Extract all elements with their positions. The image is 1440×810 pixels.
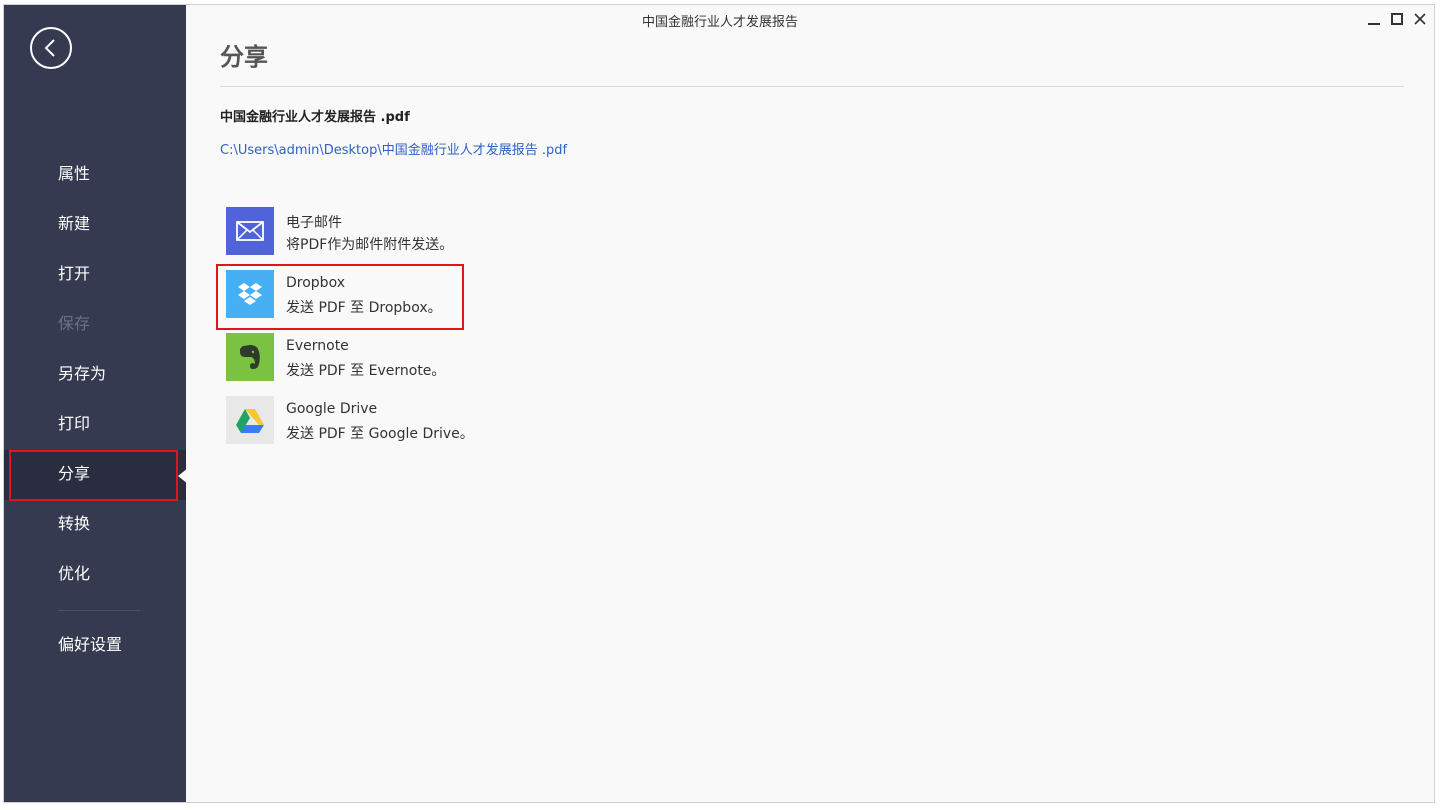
- evernote-icon: [226, 333, 274, 381]
- sidebar-item-save-as[interactable]: 另存为: [4, 350, 186, 400]
- sidebar-item-properties[interactable]: 属性: [4, 150, 186, 200]
- sidebar-item-label: 偏好设置: [58, 637, 123, 654]
- share-option-name: Evernote: [286, 338, 349, 354]
- sidebar-item-label: 打印: [58, 416, 91, 433]
- file-name: 中国金融行业人才发展报告 .pdf: [220, 110, 410, 125]
- sidebar-item-optimize[interactable]: 优化: [4, 550, 186, 600]
- title-divider: [220, 86, 1404, 87]
- sidebar-item-save: 保存: [4, 300, 186, 350]
- dropbox-icon: [226, 270, 274, 318]
- sidebar: 属性 新建 打开 保存 另存为 打印 分享 转换 优化 偏好设置: [4, 5, 188, 802]
- sidebar-item-print[interactable]: 打印: [4, 400, 186, 450]
- selection-highlight: [9, 450, 178, 501]
- sidebar-item-open[interactable]: 打开: [4, 250, 186, 300]
- file-path-link[interactable]: C:\Users\admin\Desktop\中国金融行业人才发展报告 .pdf: [220, 139, 567, 158]
- sidebar-item-label: 保存: [58, 316, 91, 333]
- page-title: 分享: [220, 43, 268, 71]
- sidebar-item-preferences[interactable]: 偏好设置: [4, 621, 186, 671]
- sidebar-item-label: 新建: [58, 216, 91, 233]
- sidebar-item-label: 属性: [58, 166, 91, 183]
- sidebar-item-label: 另存为: [58, 366, 107, 383]
- main-panel: 分享 中国金融行业人才发展报告 .pdf C:\Users\admin\Desk…: [186, 5, 1434, 802]
- sidebar-nav: 属性 新建 打开 保存 另存为 打印 分享 转换 优化 偏好设置: [4, 150, 188, 671]
- sidebar-item-label: 优化: [58, 566, 91, 583]
- share-option-desc: 发送 PDF 至 Dropbox。: [286, 300, 442, 316]
- app-window: 属性 新建 打开 保存 另存为 打印 分享 转换 优化 偏好设置 中国金融行业人…: [3, 4, 1435, 803]
- share-option-desc: 将PDF作为邮件附件发送。: [286, 237, 454, 253]
- google-drive-icon: [226, 396, 274, 444]
- sidebar-item-label: 转换: [58, 516, 91, 533]
- sidebar-item-label: 打开: [58, 266, 91, 283]
- sidebar-item-convert[interactable]: 转换: [4, 500, 186, 550]
- sidebar-item-share[interactable]: 分享: [4, 450, 188, 501]
- share-option-name: Dropbox: [286, 275, 345, 291]
- share-option-desc: 发送 PDF 至 Google Drive。: [286, 426, 474, 442]
- share-option-name: 电子邮件: [286, 215, 342, 231]
- sidebar-item-new[interactable]: 新建: [4, 200, 186, 250]
- back-arrow-icon: [44, 39, 55, 57]
- share-option-name: Google Drive: [286, 401, 378, 417]
- sidebar-divider: [58, 610, 140, 611]
- back-button[interactable]: [30, 27, 72, 69]
- email-icon: [226, 207, 274, 255]
- share-option-desc: 发送 PDF 至 Evernote。: [286, 363, 446, 379]
